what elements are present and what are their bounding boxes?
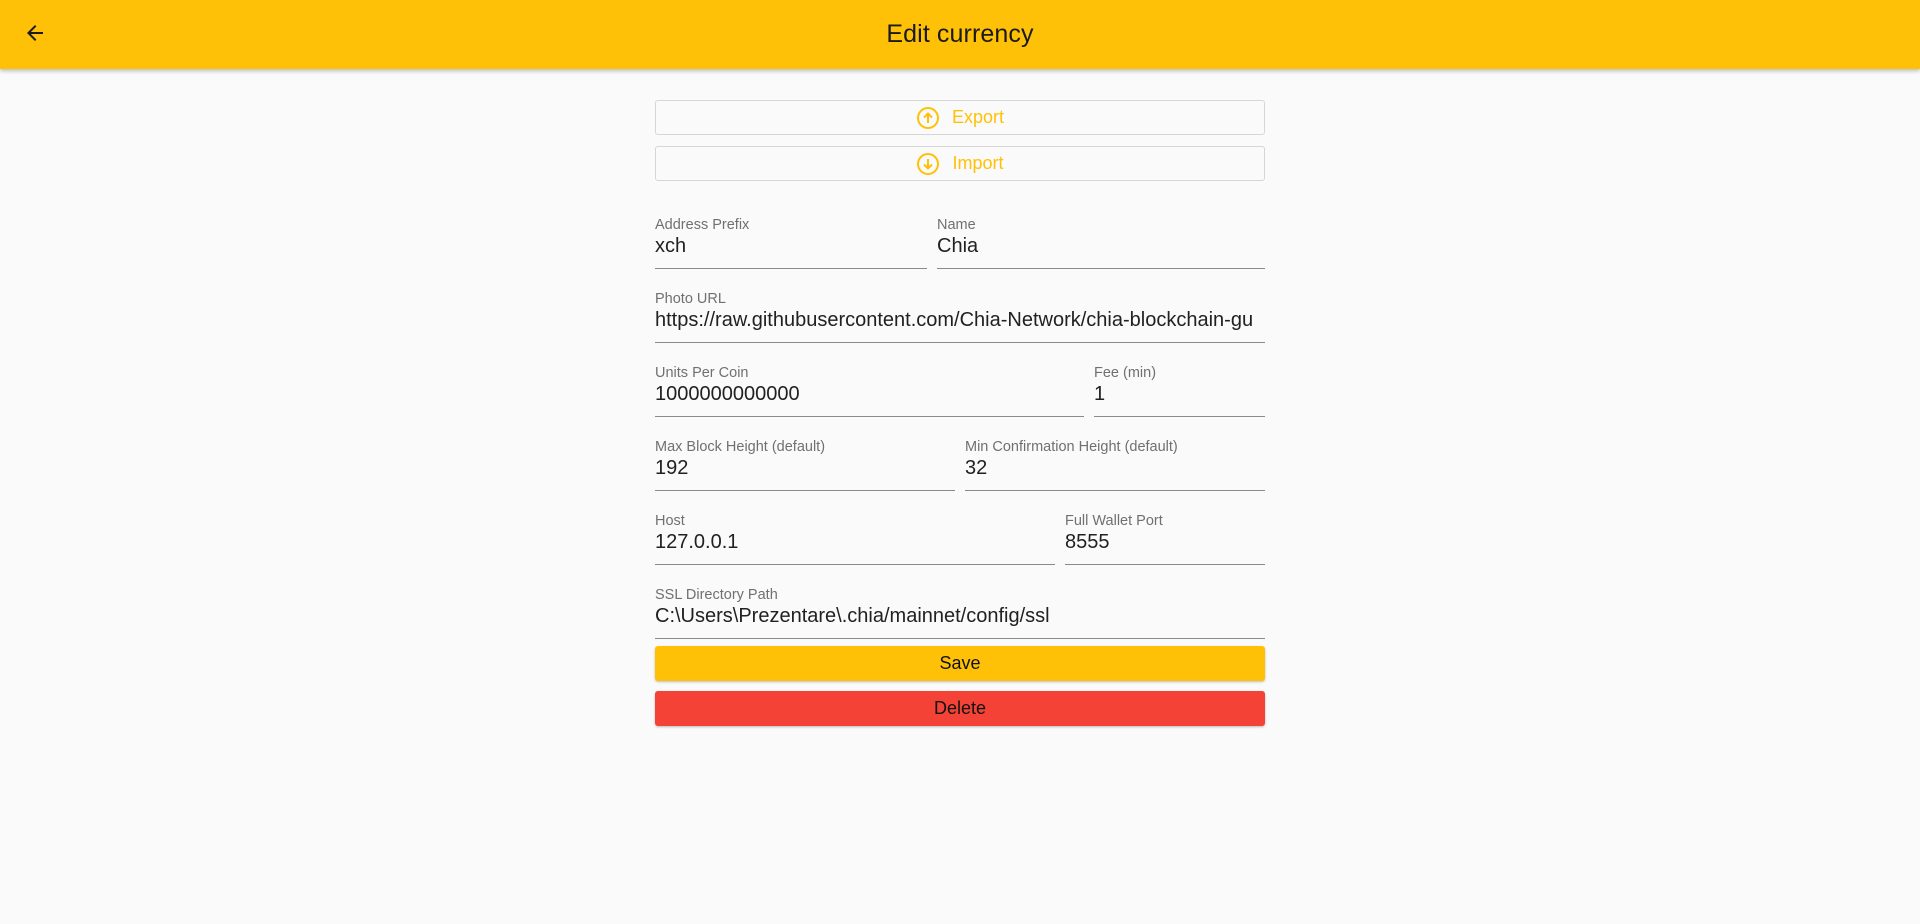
name-input[interactable] xyxy=(937,235,1265,258)
address-prefix-field: Address Prefix xyxy=(655,214,927,269)
host-field: Host xyxy=(655,510,1055,565)
download-circle-icon xyxy=(916,152,940,176)
host-label: Host xyxy=(655,513,685,529)
photo-url-input[interactable] xyxy=(655,309,1265,332)
upload-circle-icon xyxy=(916,106,940,130)
ssl-directory-path-label: SSL Directory Path xyxy=(655,587,778,603)
edit-currency-form: Export Import Address Prefix Name Photo … xyxy=(655,100,1265,726)
save-button[interactable]: Save xyxy=(655,646,1265,681)
address-prefix-input[interactable] xyxy=(655,235,927,258)
arrow-back-icon xyxy=(23,21,47,50)
units-per-coin-input[interactable] xyxy=(655,383,1084,406)
full-wallet-port-label: Full Wallet Port xyxy=(1065,513,1163,529)
import-label: Import xyxy=(952,153,1004,173)
import-button[interactable]: Import xyxy=(655,146,1265,181)
name-field: Name xyxy=(937,214,1265,269)
row-ssl-path: SSL Directory Path xyxy=(655,584,1265,640)
page-title: Edit currency xyxy=(886,20,1034,48)
fee-min-field: Fee (min) xyxy=(1094,362,1265,417)
fields-container: Address Prefix Name Photo URL Units Per … xyxy=(655,214,1265,640)
app-bar: Edit currency xyxy=(0,0,1920,69)
back-button[interactable] xyxy=(17,17,53,53)
full-wallet-port-field: Full Wallet Port xyxy=(1065,510,1265,565)
row-heights: Max Block Height (default) Min Confirmat… xyxy=(655,436,1265,510)
fee-min-input[interactable] xyxy=(1094,383,1265,406)
min-confirmation-height-field: Min Confirmation Height (default) xyxy=(965,436,1265,491)
form-actions: Save Delete xyxy=(655,646,1265,726)
export-label: Export xyxy=(951,107,1005,127)
photo-url-label: Photo URL xyxy=(655,291,726,307)
max-block-height-field: Max Block Height (default) xyxy=(655,436,955,491)
photo-url-field: Photo URL xyxy=(655,288,1265,343)
fee-min-label: Fee (min) xyxy=(1094,365,1157,381)
row-photo-url: Photo URL xyxy=(655,288,1265,362)
min-confirmation-height-label: Min Confirmation Height (default) xyxy=(965,439,1178,455)
delete-button[interactable]: Delete xyxy=(655,691,1265,726)
max-block-height-input[interactable] xyxy=(655,457,955,480)
name-label: Name xyxy=(937,217,976,233)
units-per-coin-label: Units Per Coin xyxy=(655,365,749,381)
export-button[interactable]: Export xyxy=(655,100,1265,135)
max-block-height-label: Max Block Height (default) xyxy=(655,439,826,455)
ssl-directory-path-field: SSL Directory Path xyxy=(655,584,1265,639)
address-prefix-label: Address Prefix xyxy=(655,217,750,233)
row-units-fee: Units Per Coin Fee (min) xyxy=(655,362,1265,436)
full-wallet-port-input[interactable] xyxy=(1065,531,1265,554)
host-input[interactable] xyxy=(655,531,1055,554)
ssl-directory-path-input[interactable] xyxy=(655,605,1265,628)
row-prefix-name: Address Prefix Name xyxy=(655,214,1265,288)
row-host-port: Host Full Wallet Port xyxy=(655,510,1265,584)
min-confirmation-height-input[interactable] xyxy=(965,457,1265,480)
units-per-coin-field: Units Per Coin xyxy=(655,362,1084,417)
